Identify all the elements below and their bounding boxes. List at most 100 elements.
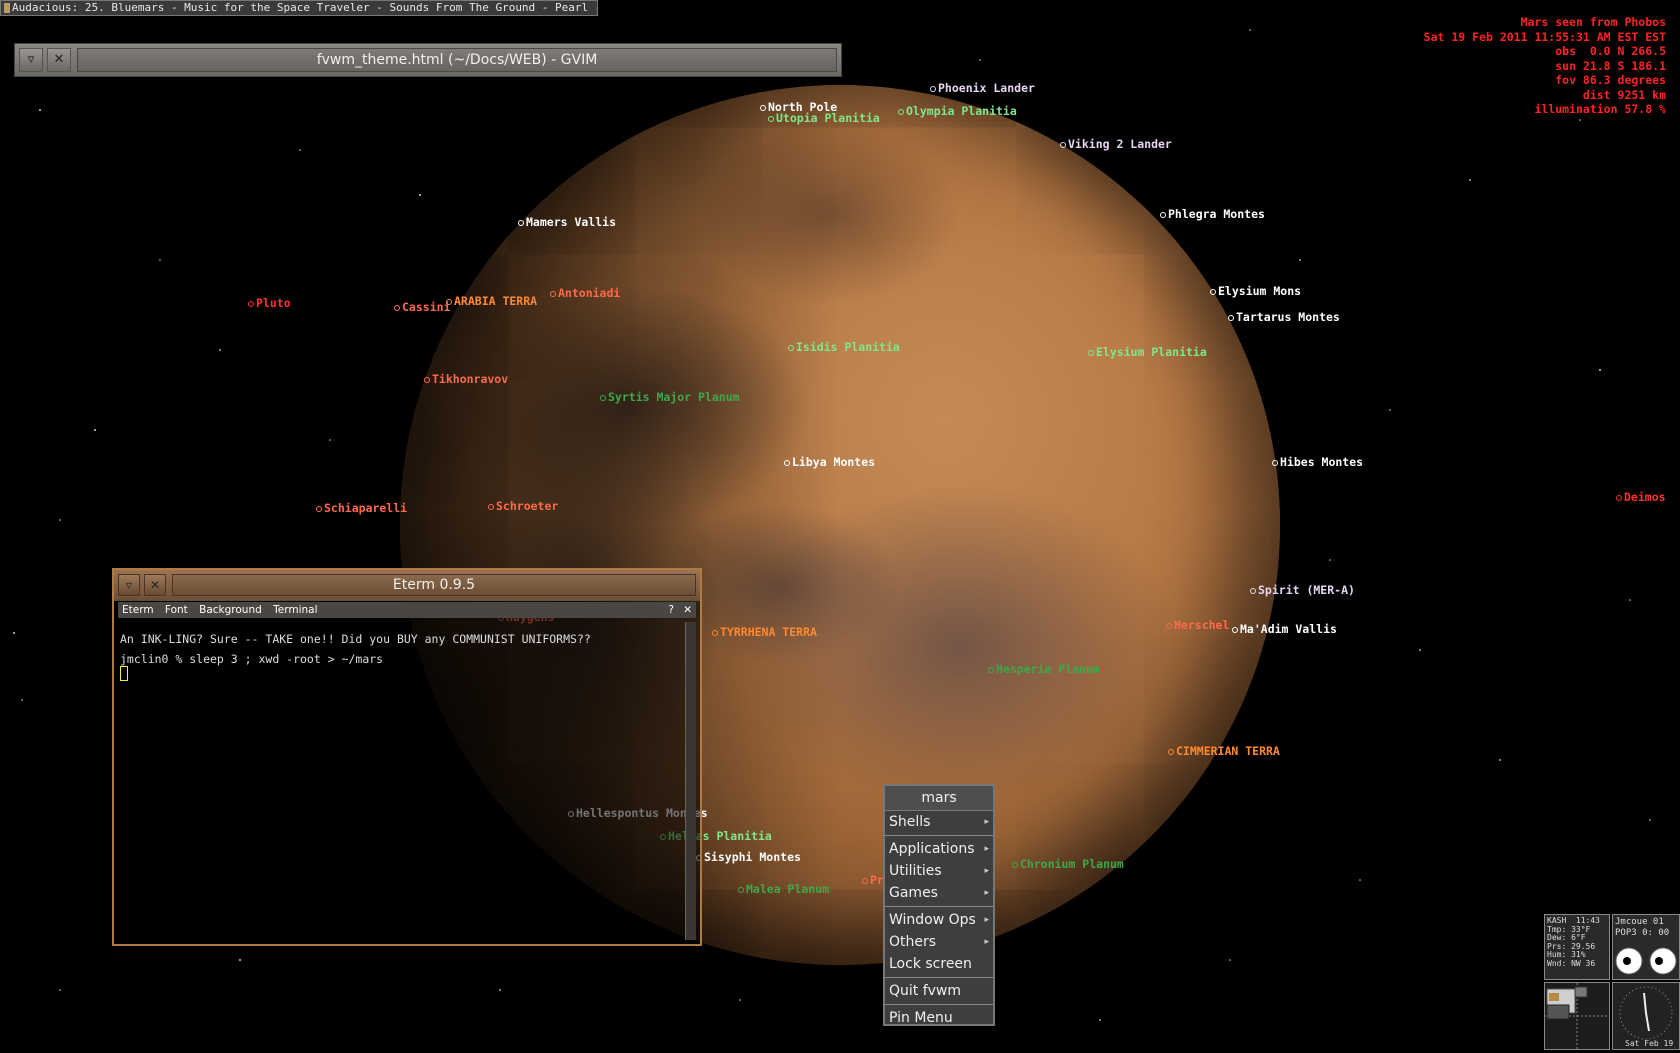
surface-label-text: Utopia Planitia bbox=[776, 111, 880, 125]
audacious-title: Audacious: 25. Bluemars - Music for the … bbox=[12, 1, 598, 14]
location-marker-icon bbox=[1088, 349, 1094, 356]
surface-label: Ma'Adim Vallis bbox=[1232, 622, 1337, 636]
location-marker-icon bbox=[862, 877, 868, 884]
surface-label: Antoniadi bbox=[550, 286, 620, 300]
surface-label: Utopia Planitia bbox=[768, 111, 880, 125]
eterm-menubar: Eterm Font Background Terminal ? ✕ bbox=[118, 602, 696, 618]
location-marker-icon bbox=[550, 290, 556, 297]
surface-label-text: Tartarus Montes bbox=[1236, 310, 1340, 324]
surface-label: Mamers Vallis bbox=[518, 215, 616, 229]
weather-readout: KASH 11:43 Tmp: 33°F Dew: 6°F Prs: 29.56… bbox=[1547, 916, 1600, 968]
eyes-icon bbox=[1615, 947, 1677, 975]
location-marker-icon bbox=[768, 115, 774, 122]
surface-label-text: Libya Montes bbox=[792, 455, 876, 469]
gvim-window-titlebar[interactable]: ▿ ✕ fvwm_theme.html (~/Docs/WEB) - GVIM bbox=[14, 43, 842, 77]
audacious-menu-icon[interactable] bbox=[4, 3, 10, 13]
eterm-titlebar[interactable]: ▿ ✕ Eterm 0.9.5 bbox=[114, 570, 700, 601]
surface-label-text: Tikhonravov bbox=[432, 372, 509, 386]
menu-separator bbox=[885, 1004, 993, 1005]
surface-label: Viking 2 Lander bbox=[1060, 137, 1172, 151]
menu-font[interactable]: Font bbox=[165, 604, 188, 616]
weather-dockapp[interactable]: KASH 11:43 Tmp: 33°F Dew: 6°F Prs: 29.56… bbox=[1544, 914, 1610, 980]
location-marker-icon bbox=[1616, 494, 1622, 501]
location-marker-icon bbox=[788, 344, 794, 351]
menu-eterm[interactable]: Eterm bbox=[122, 604, 154, 616]
location-marker-icon bbox=[1250, 587, 1256, 594]
eterm-menubar-close-button[interactable]: ✕ bbox=[683, 602, 692, 618]
menu-terminal[interactable]: Terminal bbox=[273, 604, 317, 616]
location-marker-icon bbox=[784, 459, 790, 466]
surface-label-text: Elysium Mons bbox=[1218, 284, 1302, 298]
menu-item-shells[interactable]: Shells ▸ bbox=[885, 811, 993, 833]
location-marker-icon bbox=[424, 376, 430, 383]
surface-label-text: Olympia Planitia bbox=[906, 104, 1017, 118]
surface-label-text: Antoniadi bbox=[558, 286, 621, 300]
submenu-arrow-icon: ▸ bbox=[984, 844, 989, 854]
location-marker-icon bbox=[712, 629, 718, 636]
info-distance: dist 9251 km bbox=[1582, 87, 1666, 102]
surface-label: Chronium Planum bbox=[1012, 857, 1124, 871]
close-icon[interactable]: ✕ bbox=[47, 48, 71, 72]
clock-date: Sat Feb 19 bbox=[1625, 1039, 1674, 1048]
menu-item-games[interactable]: Games ▸ bbox=[885, 882, 993, 904]
menu-background[interactable]: Background bbox=[199, 604, 262, 616]
surface-label-text: ARABIA TERRA bbox=[454, 294, 538, 308]
surface-label: ARABIA TERRA bbox=[446, 294, 537, 308]
submenu-arrow-icon: ▸ bbox=[984, 915, 989, 925]
location-marker-icon bbox=[394, 304, 400, 311]
surface-label: Tartarus Montes bbox=[1228, 310, 1340, 324]
location-marker-icon bbox=[930, 85, 936, 92]
surface-label: Herschel bbox=[1166, 618, 1229, 632]
menu-item-lock-screen[interactable]: Lock screen bbox=[885, 953, 993, 975]
info-fov: fov 86.3 degrees bbox=[1555, 73, 1666, 87]
submenu-arrow-icon: ▸ bbox=[984, 866, 989, 876]
menu-item-others[interactable]: Others ▸ bbox=[885, 931, 993, 953]
menu-item-window-ops[interactable]: Window Ops ▸ bbox=[885, 909, 993, 931]
location-marker-icon bbox=[1012, 861, 1018, 868]
gvim-title: fvwm_theme.html (~/Docs/WEB) - GVIM bbox=[77, 48, 837, 72]
surface-label-text: Schroeter bbox=[496, 499, 559, 513]
surface-label: Schroeter bbox=[488, 499, 558, 513]
surface-label: TYRRHENA TERRA bbox=[712, 625, 817, 639]
help-button[interactable]: ? bbox=[668, 602, 674, 618]
window-menu-icon[interactable]: ▿ bbox=[118, 574, 140, 596]
surface-label-text: Pr bbox=[870, 873, 884, 887]
mail-dockapp[interactable]: Jmcoue 01 POP3 0: 00 bbox=[1612, 914, 1680, 980]
surface-label-text: Deimos bbox=[1624, 490, 1666, 504]
surface-label: Phlegra Montes bbox=[1160, 207, 1265, 221]
pager-dockapp[interactable] bbox=[1544, 982, 1610, 1050]
surface-label-text: Chronium Planum bbox=[1020, 857, 1124, 871]
surface-label: Syrtis Major Planum bbox=[600, 390, 740, 404]
submenu-arrow-icon: ▸ bbox=[984, 817, 989, 827]
location-marker-icon bbox=[446, 298, 452, 305]
info-sun: sun 21.8 S 186.1 bbox=[1555, 58, 1666, 73]
surface-label-text: Pluto bbox=[256, 296, 291, 310]
menu-item-pin-menu[interactable]: Pin Menu bbox=[885, 1007, 993, 1029]
terminal-output[interactable]: An INK-LING? Sure -- TAKE one!! Did you … bbox=[120, 626, 682, 940]
eterm-window[interactable]: ▿ ✕ Eterm 0.9.5 Eterm Font Background Te… bbox=[112, 568, 702, 946]
surface-label: Libya Montes bbox=[784, 455, 875, 469]
audacious-titlebar[interactable]: Audacious: 25. Bluemars - Music for the … bbox=[0, 0, 598, 16]
info-view-label: Mars seen from Phobos bbox=[1520, 15, 1666, 29]
surface-label-text: Viking 2 Lander bbox=[1068, 137, 1172, 151]
pager-icon bbox=[1545, 983, 1609, 1049]
menu-separator bbox=[885, 906, 993, 907]
surface-label: Cassini bbox=[394, 300, 450, 314]
menu-item-utilities[interactable]: Utilities ▸ bbox=[885, 860, 993, 882]
clock-dockapp[interactable]: Sat Feb 19 bbox=[1612, 982, 1680, 1050]
surface-label: Olympia Planitia bbox=[898, 104, 1017, 118]
window-menu-icon[interactable]: ▿ bbox=[19, 48, 43, 72]
menu-item-quit-fvwm[interactable]: Quit fvwm bbox=[885, 980, 993, 1002]
surface-label: Spirit (MER-A) bbox=[1250, 583, 1355, 597]
location-marker-icon bbox=[1060, 141, 1066, 148]
menu-item-applications[interactable]: Applications ▸ bbox=[885, 838, 993, 860]
terminal-prompt-line: jmclin0 % sleep 3 ; xwd -root > ~/mars bbox=[120, 652, 384, 666]
info-datetime: Sat 19 Feb 2011 11:55:31 AM EST EST bbox=[1423, 29, 1666, 44]
location-marker-icon bbox=[316, 505, 322, 512]
surface-label: Elysium Planitia bbox=[1088, 345, 1207, 359]
terminal-scrollbar[interactable] bbox=[685, 622, 696, 940]
surface-label: Elysium Mons bbox=[1210, 284, 1301, 298]
close-icon[interactable]: ✕ bbox=[144, 574, 166, 596]
surface-label: Deimos bbox=[1616, 490, 1666, 504]
location-marker-icon bbox=[1166, 622, 1172, 629]
